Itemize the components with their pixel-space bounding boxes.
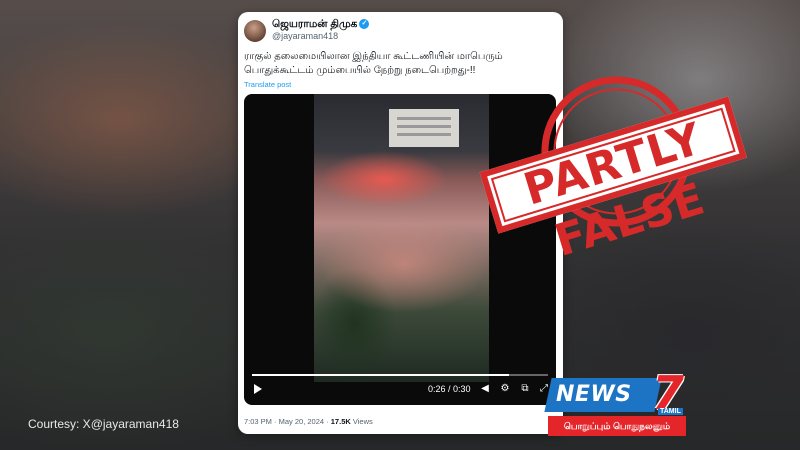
views-label: Views <box>352 417 373 426</box>
play-icon[interactable] <box>254 384 262 394</box>
translate-post-link[interactable]: Translate post <box>244 80 291 89</box>
post-text: ராகுல் தலைமையிலான இந்தியா கூட்டணியின் மா… <box>244 51 503 76</box>
verified-badge-icon: ✓ <box>359 19 370 30</box>
logo-sub: TAMIL <box>658 408 683 415</box>
logo-word: NEWS <box>556 382 632 407</box>
avatar[interactable] <box>244 20 266 42</box>
post-meta: 7:03 PM · May 20, 2024 · 17.5K Views <box>244 417 373 426</box>
video-controls: 0:26 / 0:30 ◀ ⚙ ⧉ ⤢ <box>244 380 556 402</box>
user-handle[interactable]: @jayaraman418 <box>272 31 338 41</box>
logo-tagline: பொறுப்பும் பொதுநலனும் <box>548 416 686 436</box>
video-progress-bar[interactable] <box>252 374 548 376</box>
picture-in-picture-icon[interactable]: ⧉ <box>519 383 531 395</box>
display-name-text: ஜெயராமன் திமுக <box>272 18 358 30</box>
display-name[interactable]: ஜெயராமன் திமுக ✓ <box>272 18 370 31</box>
video-progress-fill <box>252 374 509 376</box>
views-count: 17.5K <box>330 417 351 426</box>
building-shape <box>389 109 459 147</box>
video-frame <box>314 94 489 382</box>
news7-logo: NEWS 7 TAMIL பொறுப்பும் பொதுநலனும் <box>544 370 688 438</box>
meta-separator: · <box>274 417 277 426</box>
post-date[interactable]: May 20, 2024 <box>279 417 324 426</box>
courtesy-caption: Courtesy: X@jayaraman418 <box>28 417 179 431</box>
volume-icon[interactable]: ◀ <box>479 383 491 395</box>
meta-separator: · <box>326 417 329 426</box>
video-time: 0:26 / 0:30 <box>428 384 471 394</box>
post-time[interactable]: 7:03 PM <box>244 417 272 426</box>
gear-icon[interactable]: ⚙ <box>499 383 511 395</box>
